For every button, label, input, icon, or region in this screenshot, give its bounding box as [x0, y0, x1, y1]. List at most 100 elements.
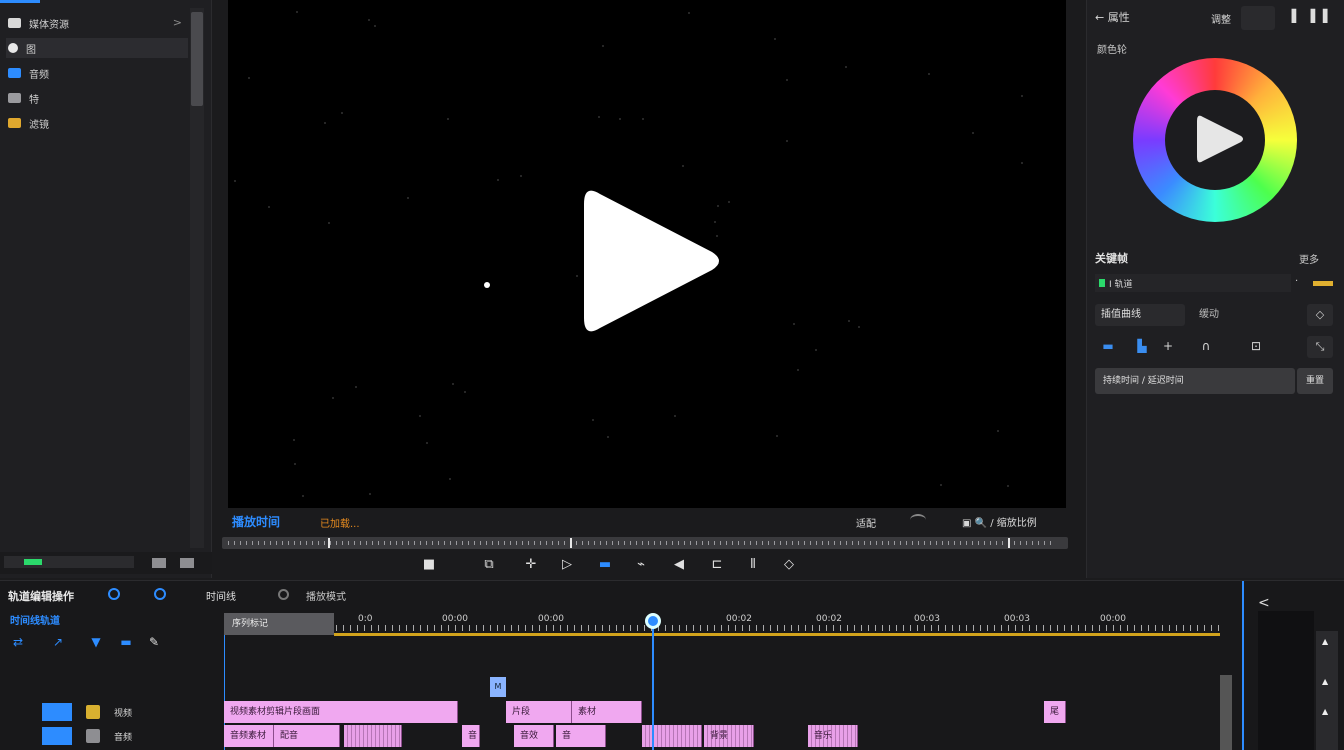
- scrubber-out-mark[interactable]: [1008, 538, 1010, 548]
- noise-dot: [519, 175, 522, 178]
- plus-icon[interactable]: +: [1157, 336, 1179, 356]
- timeline-clip[interactable]: 配音: [274, 725, 340, 747]
- timeline-clip[interactable]: 音效: [514, 725, 554, 747]
- trim-button[interactable]: ⫴: [744, 556, 762, 574]
- noise-dot: [682, 165, 685, 168]
- playhead-line[interactable]: [652, 617, 654, 750]
- track-label: 视频: [114, 709, 133, 719]
- sidebar-scroll-thumb[interactable]: [191, 12, 203, 106]
- arrow-tool-icon[interactable]: ↗: [50, 635, 66, 649]
- tab-timeline[interactable]: 时间线: [206, 588, 236, 603]
- play-icon[interactable]: [580, 180, 725, 342]
- effect-icon: [8, 93, 21, 103]
- inspector-header: ← 属性 调整 ▐ ▐▐: [1087, 0, 1344, 34]
- marker-clip[interactable]: M: [490, 677, 506, 697]
- select-tool-icon[interactable]: ⇄: [10, 635, 26, 649]
- meter-scrollbar[interactable]: [1316, 631, 1338, 750]
- noise-dot: [797, 368, 800, 371]
- link-icon[interactable]: [154, 588, 166, 600]
- sidebar-item-filter[interactable]: 滤镜: [6, 113, 188, 133]
- noise-dot: [302, 495, 305, 498]
- timeline-clip[interactable]: 片段: [506, 701, 572, 723]
- layout-icons[interactable]: ▐ ▐▐: [1287, 9, 1331, 23]
- noise-dot: [1021, 94, 1024, 97]
- timeline-clip[interactable]: [344, 725, 402, 747]
- slip-tool-icon[interactable]: ▬: [118, 635, 134, 649]
- timeline-clip[interactable]: 音: [462, 725, 480, 747]
- timeline-scrollbar[interactable]: [1220, 675, 1232, 750]
- play-button[interactable]: ▷: [558, 556, 576, 574]
- track-header-video[interactable]: 视频: [0, 701, 222, 723]
- noise-dot: [773, 38, 776, 41]
- collapse-icon[interactable]: <: [1258, 595, 1270, 611]
- scroll-mid-icon[interactable]: ▲: [1322, 677, 1332, 686]
- preview-quality-select[interactable]: 适配: [856, 515, 876, 530]
- video-preview[interactable]: [228, 0, 1066, 508]
- noise-dot: [673, 415, 676, 418]
- noise-dot: [597, 116, 600, 119]
- noise-dot: [331, 396, 334, 399]
- curve-icon[interactable]: [910, 514, 926, 526]
- mask-button[interactable]: ◇: [780, 556, 798, 574]
- more-link[interactable]: 更多: [1299, 251, 1319, 266]
- noise-dot: [857, 326, 860, 329]
- preview-status: 已加载...: [320, 519, 360, 530]
- scroll-up-icon[interactable]: ▲: [1322, 637, 1332, 646]
- tab-adjust[interactable]: 调整: [1211, 11, 1231, 26]
- noise-dot: [293, 439, 296, 442]
- razor-tool-icon[interactable]: ✎: [146, 635, 162, 649]
- transform-icon[interactable]: ▙: [1131, 336, 1153, 356]
- sidebar-item-effect[interactable]: 特: [6, 88, 188, 108]
- interpolation-button[interactable]: 插值曲线: [1095, 304, 1185, 326]
- timeline-clip[interactable]: 视频素材剪辑片段画面: [224, 701, 458, 723]
- tab-play-mode[interactable]: 播放模式: [306, 588, 346, 603]
- playhead-handle[interactable]: [645, 613, 661, 629]
- zoom-ratio-control[interactable]: ▣ 🔍 / 缩放比例: [962, 514, 1037, 529]
- duration-slider[interactable]: 持续时间 / 延迟时间: [1095, 368, 1295, 394]
- timeline-clip[interactable]: [642, 725, 702, 747]
- snap-icon[interactable]: [108, 588, 120, 600]
- stop-button[interactable]: ■: [420, 556, 438, 574]
- sidebar-item-image[interactable]: 图: [6, 38, 188, 58]
- scroll-down-icon[interactable]: ▲: [1322, 707, 1332, 716]
- noise-dot: [601, 45, 604, 48]
- scrubber-in-mark[interactable]: [328, 538, 330, 548]
- split-button[interactable]: ⌁: [632, 556, 650, 574]
- expand-icon[interactable]: ⤡: [1307, 336, 1333, 358]
- play-mode-icon[interactable]: [278, 589, 289, 600]
- crop-button[interactable]: ⊏: [708, 556, 726, 574]
- panel-divider[interactable]: [1242, 581, 1244, 750]
- align-icon[interactable]: ▬: [1097, 336, 1119, 356]
- add-marker-button[interactable]: ✛: [522, 556, 540, 574]
- timeline-clip[interactable]: 音: [556, 725, 606, 747]
- sidebar-item-media[interactable]: 媒体资源 >: [6, 13, 188, 33]
- time-ruler[interactable]: 序列标记 0:0 00:00 00:00 00:02 00:02 00:03 0…: [224, 613, 1220, 636]
- clip-mode-button[interactable]: ▬: [596, 556, 614, 574]
- arch-icon[interactable]: ∩: [1195, 336, 1217, 356]
- back-button[interactable]: ← 属性: [1095, 9, 1130, 25]
- sidebar-item-audio[interactable]: 音频: [6, 63, 188, 83]
- diamond-icon[interactable]: ◇: [1307, 304, 1333, 326]
- grid-view-button[interactable]: [180, 558, 194, 568]
- reset-button[interactable]: 重置: [1297, 368, 1333, 394]
- frame-button[interactable]: ⧉: [480, 556, 498, 574]
- step-back-button[interactable]: ◀: [670, 556, 688, 574]
- list-view-button[interactable]: [152, 558, 166, 568]
- curve-icon[interactable]: [1241, 6, 1275, 30]
- work-area-bar[interactable]: [334, 633, 1220, 636]
- sequence-marker-label[interactable]: 序列标记: [224, 613, 334, 635]
- play-icon[interactable]: [1195, 111, 1245, 167]
- timeline-clip[interactable]: 音频素材: [224, 725, 274, 747]
- easing-button[interactable]: 缓动: [1199, 304, 1269, 326]
- frame-icon[interactable]: ⊡: [1245, 336, 1267, 356]
- track-header-audio[interactable]: 音频: [0, 725, 222, 747]
- ripple-tool-icon[interactable]: ▼: [88, 635, 104, 649]
- timeline-clip[interactable]: 尾: [1044, 701, 1066, 723]
- timeline-clip[interactable]: 音乐: [808, 725, 858, 747]
- track-label: I 轨道: [1109, 280, 1133, 290]
- scrubber-position-mark[interactable]: [570, 538, 572, 548]
- timeline-clip[interactable]: 素材: [572, 701, 642, 723]
- noise-dot: [1007, 484, 1010, 487]
- timeline-clip[interactable]: 背景: [704, 725, 754, 747]
- preview-scrubber[interactable]: [222, 537, 1068, 549]
